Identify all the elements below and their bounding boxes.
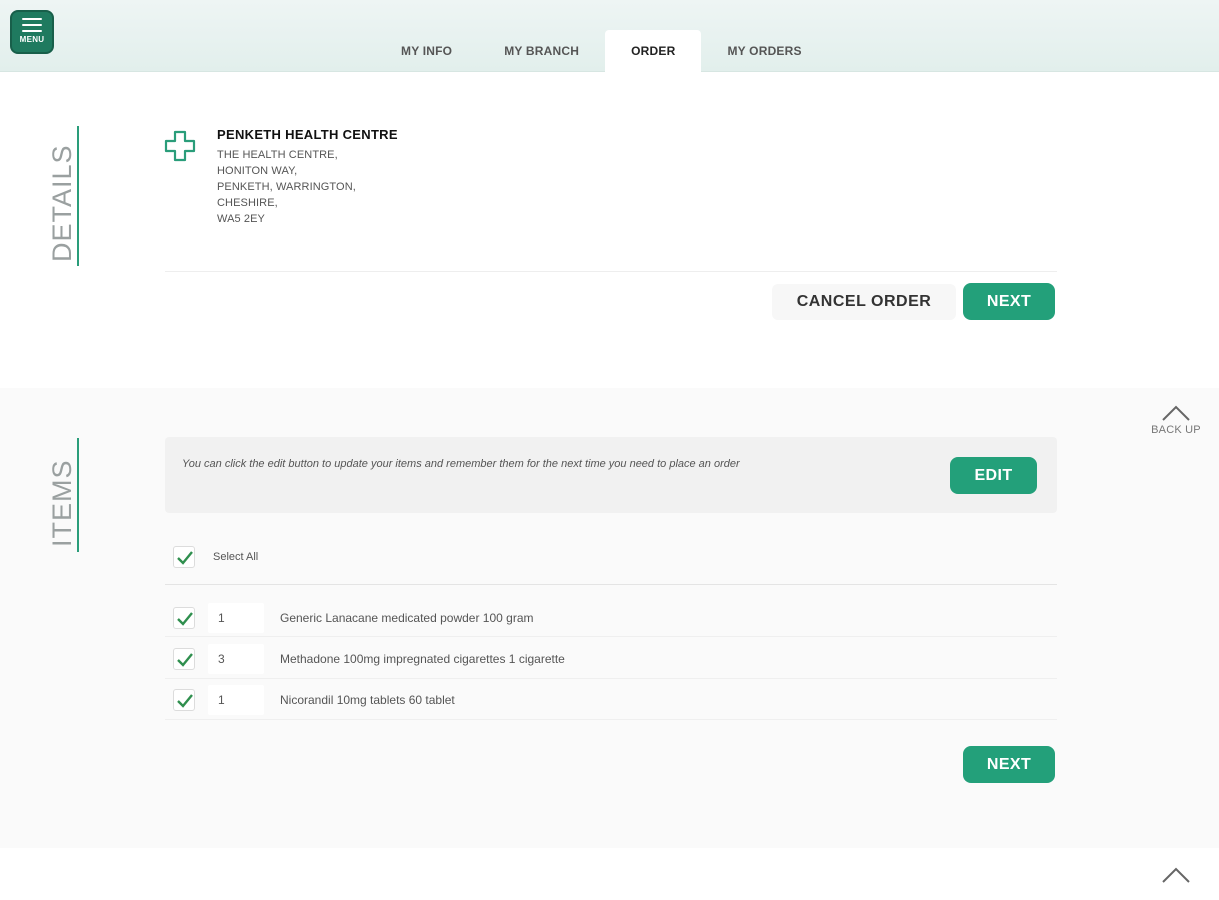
checkmark-icon <box>177 653 193 667</box>
tab-my-branch[interactable]: MY BRANCH <box>478 30 605 72</box>
tab-my-orders[interactable]: MY ORDERS <box>701 30 827 72</box>
item-quantity[interactable]: 3 <box>208 644 264 674</box>
address-line: THE HEALTH CENTRE, <box>217 149 338 161</box>
checkmark-icon <box>177 612 193 626</box>
edit-info-box <box>165 437 1057 513</box>
details-section <box>0 72 1219 388</box>
address-line: PENKETH, WARRINGTON, <box>217 181 356 193</box>
row-divider <box>165 719 1057 720</box>
top-nav-bar: MENU MY INFO MY BRANCH ORDER MY ORDERS <box>0 0 1219 72</box>
item-name: Methadone 100mg impregnated cigarettes 1… <box>280 652 565 666</box>
item-name: Nicorandil 10mg tablets 60 tablet <box>280 693 455 707</box>
edit-items-button[interactable]: EDIT <box>950 457 1037 494</box>
items-next-button[interactable]: NEXT <box>963 746 1055 783</box>
item-checkbox[interactable] <box>173 689 195 711</box>
item-checkbox[interactable] <box>173 648 195 670</box>
checkmark-icon <box>177 551 193 565</box>
address-line: WA5 2EY <box>217 213 265 225</box>
item-quantity[interactable]: 1 <box>208 603 264 633</box>
back-up-link[interactable]: BACK UP <box>1146 404 1206 436</box>
details-section-label: DETAILS <box>47 144 77 262</box>
list-divider <box>165 584 1057 585</box>
hamburger-icon <box>22 18 42 32</box>
select-all-label: Select All <box>213 551 259 563</box>
tab-order[interactable]: ORDER <box>605 30 702 72</box>
menu-button[interactable]: MENU <box>10 10 54 54</box>
cancel-order-button[interactable]: CANCEL ORDER <box>772 284 956 320</box>
edit-info-text: You can click the edit button to update … <box>182 458 740 470</box>
chevron-up-icon <box>1162 867 1190 883</box>
item-checkbox[interactable] <box>173 607 195 629</box>
checkmark-icon <box>177 694 193 708</box>
chevron-up-icon <box>1162 405 1190 421</box>
items-section-label: ITEMS <box>47 459 77 547</box>
pharmacy-cross-icon <box>164 130 196 162</box>
tab-bar: MY INFO MY BRANCH ORDER MY ORDERS <box>375 30 828 72</box>
select-all-checkbox[interactable] <box>173 546 195 568</box>
item-quantity[interactable]: 1 <box>208 685 264 715</box>
branch-name: PENKETH HEALTH CENTRE <box>217 127 398 142</box>
address-line: HONITON WAY, <box>217 165 298 177</box>
row-divider <box>165 678 1057 679</box>
address-line: CHESHIRE, <box>217 197 278 209</box>
items-rule <box>77 438 79 552</box>
back-up-label: BACK UP <box>1151 424 1201 436</box>
tab-my-info[interactable]: MY INFO <box>375 30 478 72</box>
row-divider <box>165 636 1057 637</box>
details-divider <box>165 271 1057 272</box>
menu-label: MENU <box>19 35 45 44</box>
item-name: Generic Lanacane medicated powder 100 gr… <box>280 611 534 625</box>
details-rule <box>77 126 79 266</box>
details-next-button[interactable]: NEXT <box>963 283 1055 320</box>
next-section-top <box>0 848 1219 900</box>
back-up-link[interactable] <box>1146 866 1206 884</box>
